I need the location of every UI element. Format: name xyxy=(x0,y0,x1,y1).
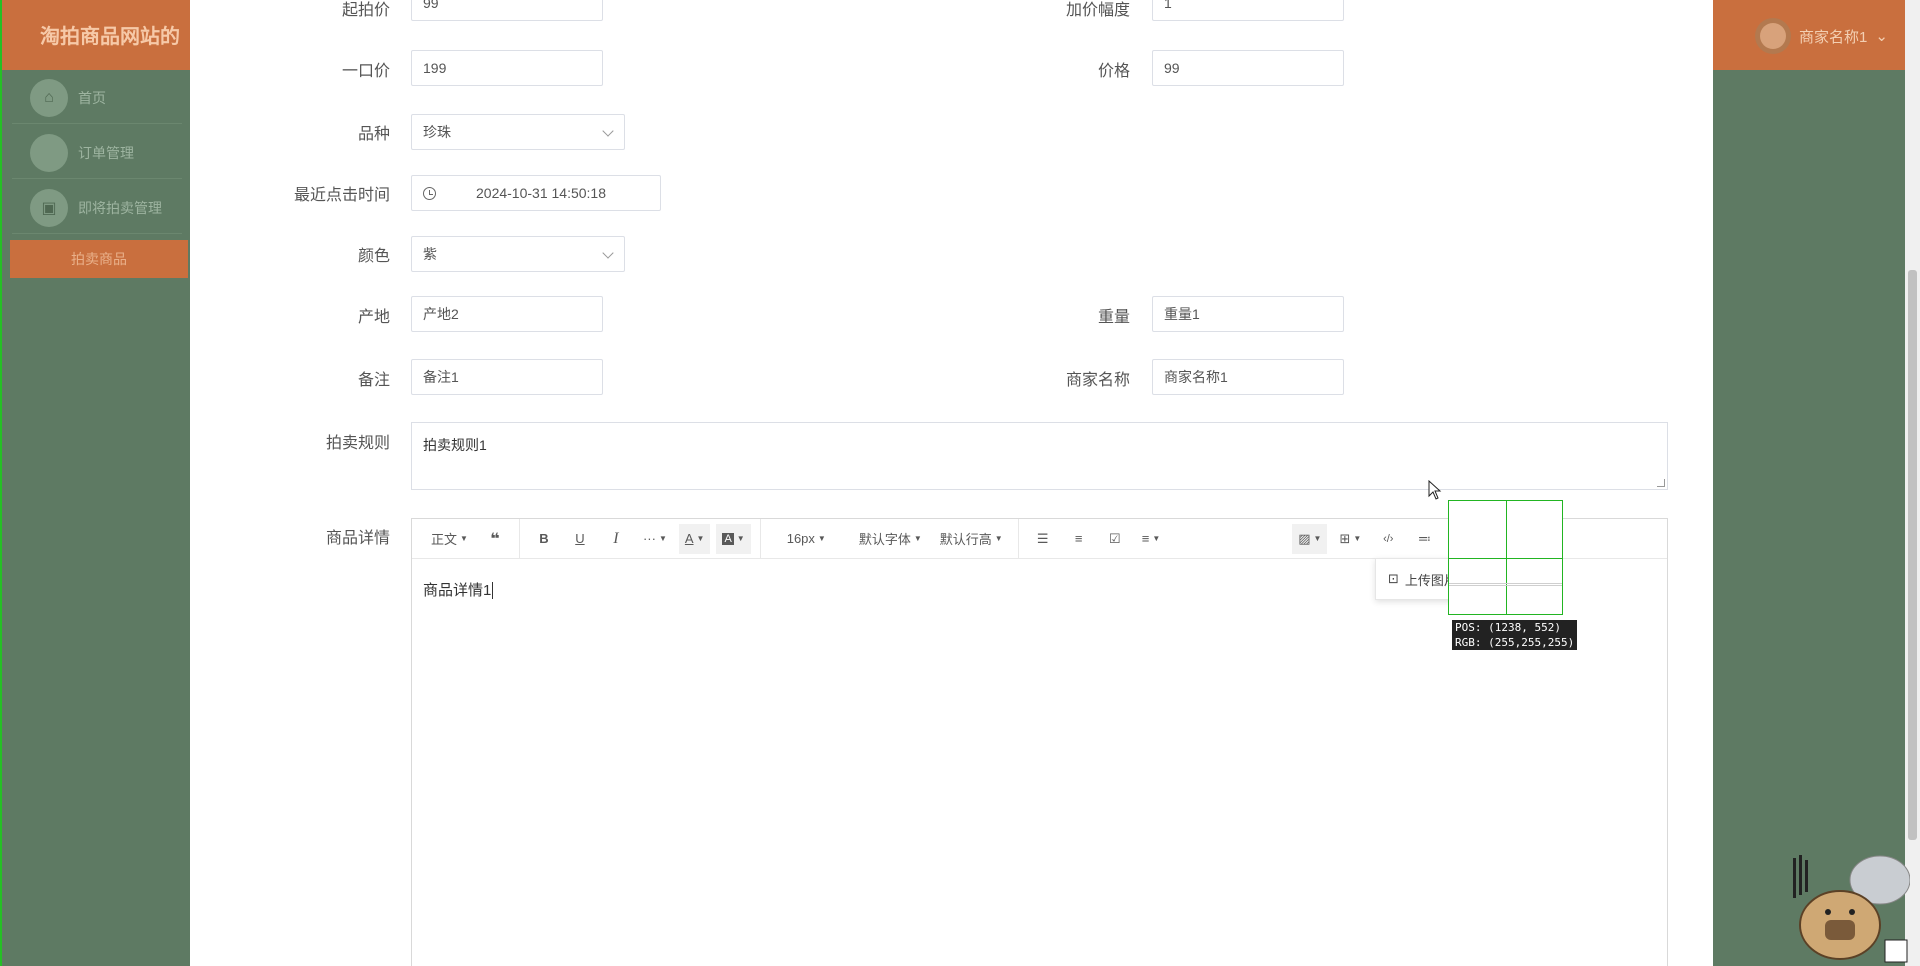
site-title: 淘拍商品网站的 xyxy=(40,26,180,48)
font-size-select[interactable]: 16px ▼ xyxy=(781,524,832,554)
more-format-button[interactable]: ··· ▼ xyxy=(637,524,673,554)
merchant-name-label: 商家名称 xyxy=(1065,372,1130,389)
sidebar-item-label: 首页 xyxy=(78,89,106,106)
font-color-icon[interactable]: A ▼ xyxy=(678,523,711,554)
last-click-time-label: 最近点击时间 xyxy=(293,187,390,204)
auction-rules-textarea[interactable]: 拍卖规则1 xyxy=(411,422,1668,490)
remark-input[interactable]: 备注1 xyxy=(411,359,603,395)
code-icon[interactable]: ‹/› xyxy=(1373,524,1403,554)
screen-edge-marker xyxy=(0,0,2,966)
upload-image-icon: ⊡ xyxy=(1388,571,1399,586)
align-icon[interactable]: ≡ ▼ xyxy=(1136,524,1167,554)
magnifier-overlay xyxy=(1448,500,1563,615)
avatar xyxy=(1755,18,1791,54)
start-price-input[interactable]: 99 xyxy=(411,0,603,21)
sidebar-item-upcoming-auctions[interactable]: ▣ 即将拍卖管理 xyxy=(12,182,182,234)
resize-handle[interactable] xyxy=(1657,479,1665,487)
position-tooltip: POS: (1238, 552) RGB: (255,255,255) xyxy=(1452,620,1578,650)
sidebar-item-label: 订单管理 xyxy=(78,144,134,161)
paragraph-select[interactable]: 正文 ▼ xyxy=(425,524,474,554)
sidebar-item-label: 即将拍卖管理 xyxy=(78,199,162,216)
todo-checkbox-icon[interactable]: ☑ xyxy=(1100,524,1130,554)
price-label: 价格 xyxy=(1097,63,1130,80)
color-select[interactable]: 紫 xyxy=(411,236,625,272)
merchant-name-input[interactable]: 商家名称1 xyxy=(1152,359,1344,395)
buyout-price-label: 一口价 xyxy=(341,63,390,80)
origin-input[interactable]: 产地2 xyxy=(411,296,603,332)
toolbar-divider xyxy=(1017,518,1019,559)
bid-increment-input[interactable]: 1 xyxy=(1152,0,1344,21)
origin-label: 产地 xyxy=(357,309,390,326)
numbered-list-icon[interactable]: ≡ xyxy=(1064,524,1094,554)
order-icon xyxy=(30,133,68,172)
remark-label: 备注 xyxy=(357,372,390,389)
bulleted-list-icon[interactable]: ☰ xyxy=(1028,524,1058,554)
product-details-label: 商品详情 xyxy=(325,530,390,547)
image-icon[interactable]: ▨ ▼ xyxy=(1292,523,1328,554)
weight-input[interactable]: 重量1 xyxy=(1152,296,1344,332)
chevron-down-icon xyxy=(602,125,614,137)
sidebar-item-auction-products[interactable]: 拍卖商品 xyxy=(10,240,188,278)
edit-dialog: 起拍价 99 加价幅度 1 一口价 199 价格 99 品种 珍珠 最近点击时间… xyxy=(190,0,1713,966)
bold-icon[interactable]: B xyxy=(529,524,559,554)
dog-mascot-icon xyxy=(1793,855,1910,963)
sidebar-item-home[interactable]: ⌂ 首页 xyxy=(12,72,182,124)
editor-content[interactable]: 商品详情1 xyxy=(423,579,494,600)
divider-icon[interactable]: ≕ xyxy=(1409,524,1439,554)
underline-icon[interactable]: U xyxy=(565,524,595,554)
start-price-label: 起拍价 xyxy=(341,2,390,19)
last-click-time-picker[interactable]: 2024-10-31 14:50:18 xyxy=(411,175,661,211)
price-input[interactable]: 99 xyxy=(1152,50,1344,86)
scrollbar-thumb[interactable] xyxy=(1908,270,1917,840)
chevron-down-icon: ⌄ xyxy=(1875,28,1888,45)
quote-icon[interactable]: ❝ xyxy=(480,524,510,554)
clock-icon xyxy=(423,186,436,200)
user-name: 商家名称1 xyxy=(1799,28,1868,46)
color-label: 颜色 xyxy=(357,248,390,265)
buyout-price-input[interactable]: 199 xyxy=(411,50,603,86)
sidebar-item-orders[interactable]: 订单管理 xyxy=(12,127,182,179)
user-menu[interactable]: 商家名称1 ⌄ xyxy=(1755,18,1888,54)
table-icon[interactable]: ⊞ ▼ xyxy=(1333,524,1367,554)
auction-rules-label: 拍卖规则 xyxy=(325,435,390,452)
toolbar-divider xyxy=(759,518,761,559)
chevron-down-icon xyxy=(602,247,614,259)
weight-label: 重量 xyxy=(1097,309,1130,326)
variety-select[interactable]: 珍珠 xyxy=(411,114,625,150)
sidebar: ⌂ 首页 订单管理 ▣ 即将拍卖管理 拍卖商品 xyxy=(0,70,190,966)
toolbar-divider xyxy=(518,518,520,559)
italic-icon[interactable]: I xyxy=(601,524,631,554)
briefcase-icon: ▣ xyxy=(30,188,68,227)
home-icon: ⌂ xyxy=(30,78,68,117)
background-color-icon[interactable]: A ▼ xyxy=(716,523,751,554)
bid-increment-label: 加价幅度 xyxy=(1065,2,1130,19)
mouse-cursor-icon xyxy=(1428,480,1442,500)
line-height-select[interactable]: 默认行高 ▼ xyxy=(934,524,1009,554)
variety-label: 品种 xyxy=(357,126,390,143)
font-family-select[interactable]: 默认字体 ▼ xyxy=(853,524,928,554)
